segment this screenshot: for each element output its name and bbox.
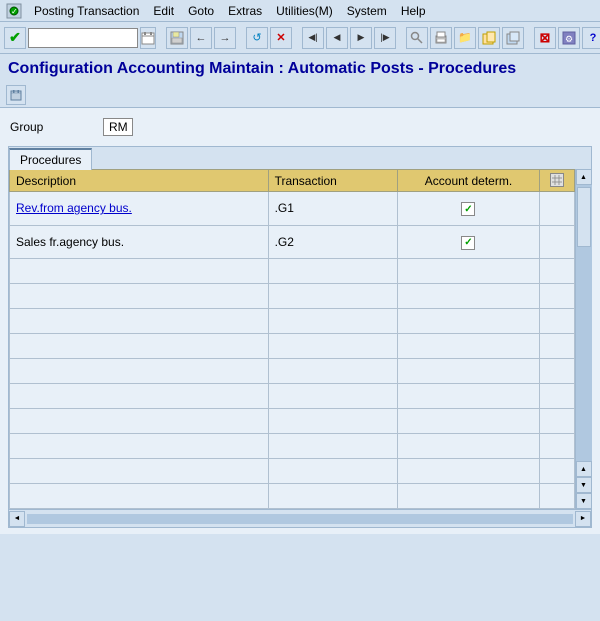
page-title: Configuration Accounting Maintain : Auto… [8,60,592,78]
empty-row [10,384,575,409]
scroll-right-button[interactable]: ► [575,511,591,527]
empty-row [10,459,575,484]
col-account-determ: Account determ. [397,170,539,192]
scrollbar-track[interactable] [576,185,592,461]
toolbar: ✔ ← → ↺ ✕ ◀| ◀ ▶ |▶ [0,22,600,54]
svg-text:⚙: ⚙ [565,34,573,44]
settings-button[interactable]: ⚙ [558,27,580,49]
menu-system[interactable]: System [341,2,393,20]
empty-row [10,359,575,384]
nav-prev-button[interactable]: ◀ [326,27,348,49]
row2-extra [540,225,575,259]
group-value: RM [103,118,133,136]
back-button[interactable]: ← [190,27,212,49]
menu-posting-transaction[interactable]: Posting Transaction [28,2,145,20]
menu-items: Posting Transaction Edit Goto Extras Uti… [28,2,432,20]
scrollbar-horizontal: ◄ ► [9,509,591,527]
empty-row [10,409,575,434]
menu-help[interactable]: Help [395,2,432,20]
empty-row [10,334,575,359]
procedures-panel: Procedures Description Transaction Accou… [8,146,592,528]
row2-check-icon: ✓ [464,237,472,248]
app-icon: ✓ [4,1,24,21]
folder-button[interactable]: 📁 [454,27,476,49]
empty-row [10,259,575,284]
scroll-pageup-button[interactable]: ▲ [576,461,592,477]
export-button[interactable] [478,27,500,49]
scroll-left-button[interactable]: ◄ [9,511,25,527]
empty-row [10,309,575,334]
scrollbar-vertical: ▲ ▲ ▼ ▼ [575,169,591,509]
help-button[interactable]: ? [582,27,600,49]
svg-text:✓: ✓ [11,7,18,16]
nav-first-button[interactable]: ◀| [302,27,324,49]
menu-goto[interactable]: Goto [182,2,220,20]
table-wrapper: Description Transaction Account determ. [9,169,591,509]
toolbar-nav2: ◀| ◀ ▶ |▶ [302,27,396,49]
row1-account-determ: ✓ [397,192,539,226]
empty-row [10,284,575,309]
group-row: Group RM [8,114,592,140]
title-bar: Configuration Accounting Maintain : Auto… [0,54,600,82]
row2-description: Sales fr.agency bus. [10,225,269,259]
col-grid-icon [540,170,575,192]
calendar-button[interactable] [140,27,156,49]
row1-extra [540,192,575,226]
table-row: Sales fr.agency bus. .G2 ✓ [10,225,575,259]
scrollbar-thumb[interactable] [577,187,591,247]
sub-toolbar-button[interactable] [6,85,26,105]
row2-transaction: .G2 [268,225,397,259]
scroll-up-button[interactable]: ▲ [576,169,592,185]
row2-checkbox: ✓ [461,236,475,250]
forward-button[interactable]: → [214,27,236,49]
row2-account-determ: ✓ [397,225,539,259]
scrollbar-h-track[interactable] [27,514,573,524]
expand-button[interactable] [502,27,524,49]
toolbar-actions: ↺ ✕ [246,27,292,49]
empty-row [10,434,575,459]
empty-row [10,484,575,509]
tab-row: Procedures [9,147,591,169]
command-input[interactable] [28,28,138,48]
row1-transaction: .G1 [268,192,397,226]
menu-utilities[interactable]: Utilities(M) [270,2,339,20]
scroll-pagedown-button[interactable]: ▼ [576,477,592,493]
toolbar-extra: 📁 [406,27,524,49]
tab-procedures[interactable]: Procedures [9,148,92,170]
scroll-down-button[interactable]: ▼ [576,493,592,509]
table-row: Rev.from agency bus. .G1 ✓ [10,192,575,226]
menu-bar: ✓ Posting Transaction Edit Goto Extras U… [0,0,600,22]
find-button[interactable] [406,27,428,49]
info-button[interactable]: ⊠ [534,27,556,49]
table-header-row: Description Transaction Account determ. [10,170,575,192]
group-label: Group [10,120,43,134]
content-area: Group RM Procedures Description Transact… [0,108,600,534]
toolbar-right: ⊠ ⚙ ? [534,27,600,49]
menu-extras[interactable]: Extras [222,2,268,20]
procedures-table: Description Transaction Account determ. [9,169,575,509]
row1-description[interactable]: Rev.from agency bus. [10,192,269,226]
save-button[interactable] [166,27,188,49]
nav-last-button[interactable]: |▶ [374,27,396,49]
row1-checkbox: ✓ [461,202,475,216]
stop-button[interactable]: ✕ [270,27,292,49]
print-button[interactable] [430,27,452,49]
row1-check-icon: ✓ [464,204,472,215]
col-description: Description [10,170,269,192]
menu-edit[interactable]: Edit [147,2,180,20]
green-check-button[interactable]: ✔ [4,27,26,49]
refresh-button[interactable]: ↺ [246,27,268,49]
nav-next-button[interactable]: ▶ [350,27,372,49]
col-transaction: Transaction [268,170,397,192]
toolbar-nav: ← → [166,27,236,49]
sub-toolbar [0,82,600,108]
toolbar-check: ✔ [4,27,26,49]
